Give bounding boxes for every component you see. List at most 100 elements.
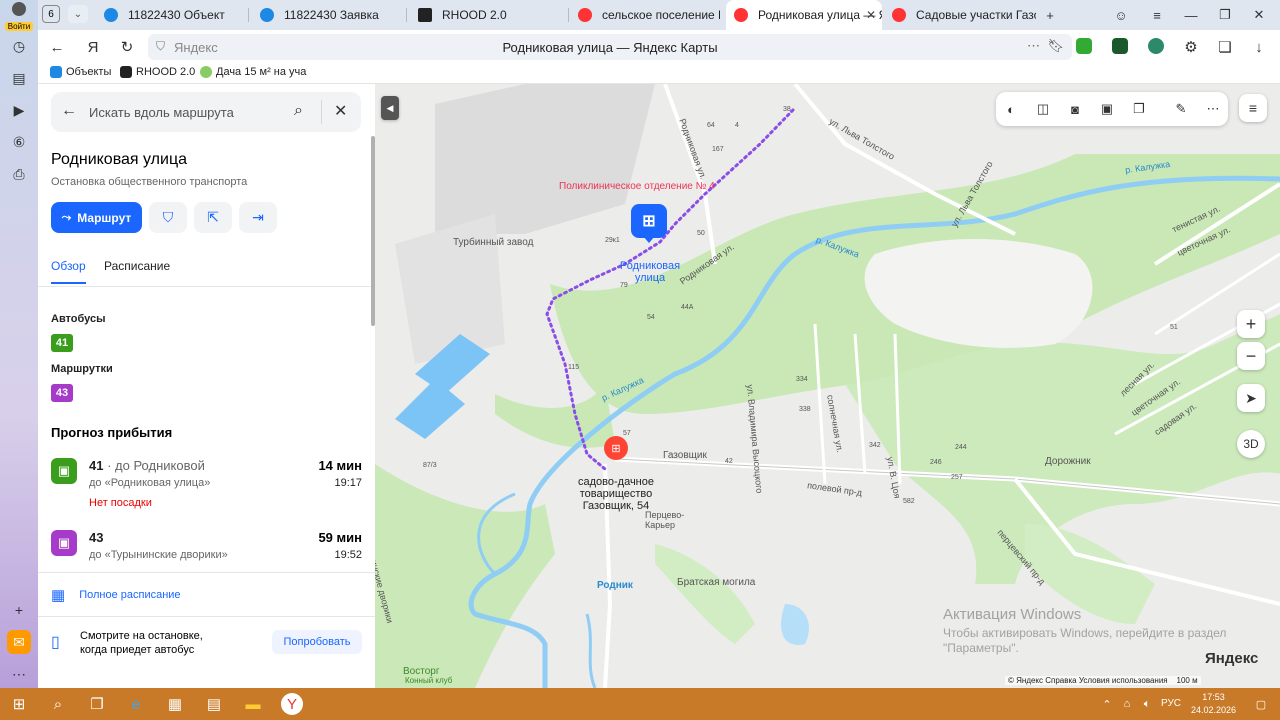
reload-icon[interactable]: ↻	[116, 36, 138, 58]
transport-icon[interactable]: ▣	[1096, 99, 1118, 119]
route-button-label: Маршрут	[77, 210, 132, 225]
save-bookmark-button[interactable]: ⛉	[149, 202, 187, 233]
full-schedule-link[interactable]: ▦ Полное расписание	[51, 586, 181, 604]
bookmark-item[interactable]: Дача 15 м² на уча	[200, 66, 306, 78]
try-button[interactable]: Попробовать	[272, 630, 362, 654]
downloads-icon[interactable]: ↓	[1248, 36, 1270, 58]
network-icon[interactable]: ⌂	[1116, 693, 1138, 715]
minibus-route-badge[interactable]: 43	[51, 384, 73, 402]
bookmark-icon[interactable]: 🔖︎	[1047, 38, 1064, 54]
route-button[interactable]: ⤳ Маршрут	[51, 202, 142, 233]
tab-item[interactable]: Садовые участки Газови	[884, 0, 1036, 30]
bookmark-item[interactable]: Объекты	[50, 66, 111, 78]
route-search-input[interactable]	[89, 100, 289, 124]
factory-label[interactable]: Турбинный завод	[453, 237, 533, 248]
house-number: 582	[903, 498, 915, 505]
bookmark-item[interactable]: RHOOD 2.0	[120, 66, 195, 78]
ruler-icon[interactable]: ✎	[1170, 99, 1192, 119]
close-window-icon[interactable]: ✕	[1242, 0, 1276, 30]
bus-route-badge[interactable]: 41	[51, 334, 73, 352]
tab-item-active[interactable]: Родниковая улица — Я ✕	[726, 0, 882, 30]
minimize-icon[interactable]: —	[1174, 0, 1208, 30]
menu-icon[interactable]: ≡	[1140, 0, 1174, 30]
new-tab-icon[interactable]: +	[1036, 0, 1064, 30]
history-icon[interactable]: ◷	[7, 34, 31, 58]
tab-item[interactable]: 11822430 Заявка	[252, 0, 402, 30]
collections-button-icon[interactable]: ❏	[1214, 36, 1236, 58]
map-canvas[interactable]: Поликлиническое отделение № 4 Турбинный …	[375, 84, 1280, 688]
main-menu-button[interactable]: ≡	[1239, 94, 1267, 122]
tab-count[interactable]: 6	[42, 5, 60, 23]
stop-board-button[interactable]: ⇥	[239, 202, 277, 233]
taskbar-search-icon[interactable]: ⌕	[47, 693, 69, 715]
login-button[interactable]: Войти	[2, 2, 36, 31]
extensions-icon[interactable]: ⚙	[1180, 36, 1202, 58]
restore-icon[interactable]: ❐	[1208, 0, 1242, 30]
zoom-out-button[interactable]: −	[1237, 342, 1265, 370]
bus-stop-marker[interactable]: ⊞	[631, 204, 667, 238]
tabs-dropdown-icon[interactable]: ⌄	[68, 5, 88, 23]
arrival-row[interactable]: ▣ 43 до «Турынинские дворики» 59 мин 19:…	[51, 530, 362, 590]
place-panel: ← ⌕ ✕ Родниковая улица Остановка обществ…	[38, 84, 375, 688]
explorer-icon[interactable]: ▬	[242, 693, 264, 715]
calculator-icon[interactable]: ▤	[203, 693, 225, 715]
tab-overview[interactable]: Обзор	[51, 259, 86, 284]
layers-icon[interactable]: ◐	[1000, 99, 1022, 119]
tab-count-icon[interactable]: ⑥	[7, 130, 31, 154]
tab-item[interactable]: RHOOD 2.0	[410, 0, 565, 30]
yandex-logo: Яндекс	[1205, 650, 1259, 667]
search-icon[interactable]: ⌕	[294, 102, 303, 120]
tray-arrow-icon[interactable]: ⌃	[1096, 693, 1118, 715]
mail-app-icon[interactable]: ✉	[7, 630, 31, 654]
extension-icon[interactable]	[1112, 38, 1128, 54]
my-location-button[interactable]: ➤	[1237, 384, 1265, 412]
share-button[interactable]: ⇱	[194, 202, 232, 233]
extension-icon[interactable]	[1148, 38, 1164, 54]
back-icon[interactable]: ←	[46, 36, 68, 58]
collapse-panel-button[interactable]: ◀	[381, 96, 399, 120]
yandex-browser-icon[interactable]: Y	[281, 693, 303, 715]
tab-item[interactable]: 11822430 Объект	[96, 0, 246, 30]
windows-start-icon[interactable]: ⊞	[8, 693, 30, 715]
camera-icon[interactable]: ◙	[1064, 99, 1086, 119]
more-icon[interactable]: ⋯	[1202, 99, 1224, 119]
notifications-icon[interactable]: ▢	[1250, 693, 1272, 715]
edge-icon[interactable]: e	[125, 693, 147, 715]
screenshot-icon[interactable]: ⎙	[7, 162, 31, 186]
close-icon[interactable]: ✕	[334, 101, 347, 121]
spring-label[interactable]: Родник	[597, 580, 633, 591]
address-bar[interactable]: ⛉ Яндекс Родниковая улица — Яндекс Карты…	[148, 34, 1072, 60]
close-tab-icon[interactable]: ✕	[866, 8, 876, 22]
extension-icon[interactable]	[1076, 38, 1092, 54]
profile-icon[interactable]: ☺	[1104, 0, 1138, 30]
more-icon[interactable]: ⋯	[1027, 38, 1040, 54]
add-panel-icon[interactable]: +	[7, 598, 31, 622]
house-number: 246	[930, 459, 942, 466]
tab-schedule[interactable]: Расписание	[104, 259, 170, 273]
browser-sidebar: Войти ◷ ▤ ▶ ⑥ ⎙ + ✉ ⋯	[0, 0, 38, 688]
task-view-icon[interactable]: ❐	[86, 693, 108, 715]
collections-icon[interactable]: ▤	[7, 66, 31, 90]
more-apps-icon[interactable]: ⋯	[7, 662, 31, 686]
destination-marker[interactable]: ⊞	[604, 436, 628, 460]
area-label: Дорожник	[1045, 456, 1091, 467]
volume-icon[interactable]: 🔈︎	[1136, 693, 1158, 715]
monument-label[interactable]: Братская могила	[677, 577, 755, 588]
clock[interactable]: 17:53 24.02.2026	[1191, 691, 1236, 717]
panorama-icon[interactable]: ◫	[1032, 99, 1054, 119]
destination-label[interactable]: садово-дачное товарищество Газовщик, 54	[571, 476, 661, 512]
yandex-home-icon[interactable]: Я	[82, 36, 104, 58]
back-arrow-icon[interactable]: ←	[61, 102, 77, 120]
video-icon[interactable]: ▶	[7, 98, 31, 122]
clinic-label[interactable]: Поликлиническое отделение № 4	[559, 182, 715, 192]
zoom-in-button[interactable]: +	[1237, 310, 1265, 338]
house-number: 57	[623, 430, 631, 437]
language-indicator[interactable]: РУС	[1161, 698, 1181, 709]
3d-button[interactable]: 3D	[1237, 430, 1265, 458]
tab-item[interactable]: сельское поселение Кра	[570, 0, 720, 30]
store-icon[interactable]: ▦	[164, 693, 186, 715]
copyright-text[interactable]: © Яндекс Справка Условия использования	[1008, 676, 1168, 685]
arrival-row[interactable]: ▣ 41 · до Родниковой до «Родниковая улиц…	[51, 458, 362, 518]
bus-stop-label[interactable]: Родниковая улица	[613, 260, 687, 284]
traffic-icon[interactable]: ❐	[1128, 99, 1150, 119]
